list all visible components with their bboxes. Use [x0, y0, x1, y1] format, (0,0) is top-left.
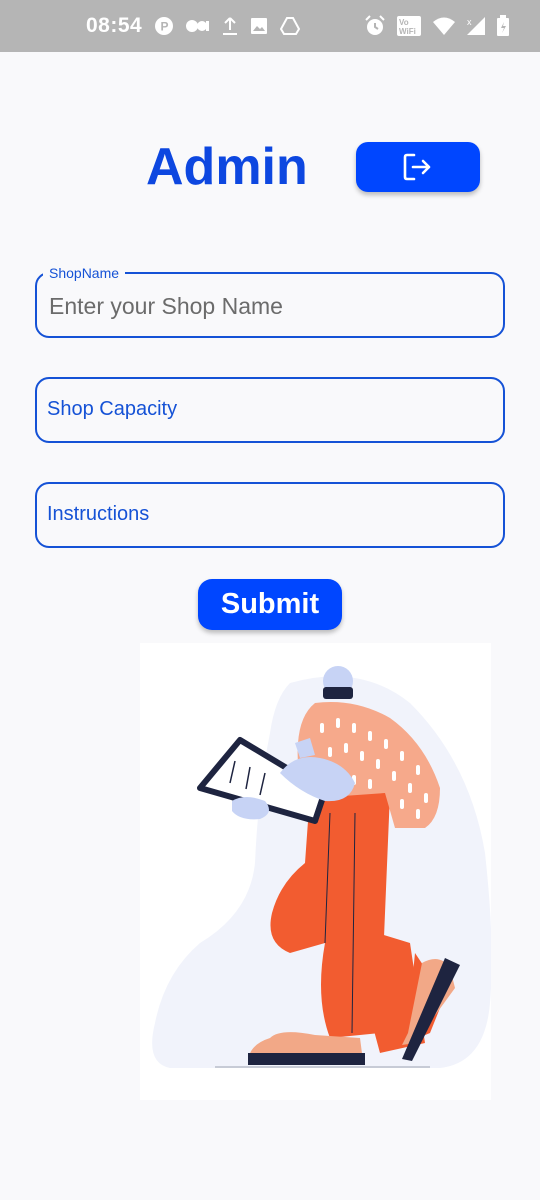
logout-button[interactable] — [356, 142, 480, 192]
logout-icon — [402, 152, 434, 182]
upload-icon — [222, 16, 238, 36]
alarm-icon — [364, 15, 386, 37]
svg-text:Vo: Vo — [399, 18, 409, 27]
status-time: 08:54 — [86, 14, 143, 37]
shop-capacity-field[interactable]: Shop Capacity — [35, 377, 505, 443]
record-icon — [186, 19, 210, 33]
shop-capacity-label: Shop Capacity — [47, 398, 178, 420]
status-right-icons: Vo WiFi x — [364, 15, 510, 37]
shop-name-input[interactable] — [47, 284, 491, 328]
instructions-field[interactable]: Instructions — [35, 482, 505, 548]
illustration-person-with-clipboard — [140, 643, 492, 1100]
svg-text:P: P — [161, 20, 169, 34]
svg-text:WiFi: WiFi — [399, 27, 416, 36]
signal-icon: x — [466, 16, 486, 36]
svg-text:x: x — [467, 17, 472, 27]
p-badge-icon: P — [154, 16, 174, 36]
illustration-svg — [152, 666, 492, 1068]
status-left-icons: P — [154, 16, 301, 36]
status-bar: 08:54 P Vo WiFi x — [0, 0, 540, 52]
shop-name-field[interactable]: ShopName — [35, 264, 505, 338]
image-icon — [250, 17, 268, 35]
page-title: Admin — [146, 138, 308, 196]
drive-icon — [280, 17, 301, 35]
submit-button[interactable]: Submit — [198, 579, 342, 630]
instructions-label: Instructions — [47, 503, 150, 525]
vowifi-icon: Vo WiFi — [396, 15, 422, 37]
wifi-icon — [432, 16, 456, 36]
shop-name-label: ShopName — [43, 264, 126, 282]
battery-icon — [496, 15, 510, 37]
